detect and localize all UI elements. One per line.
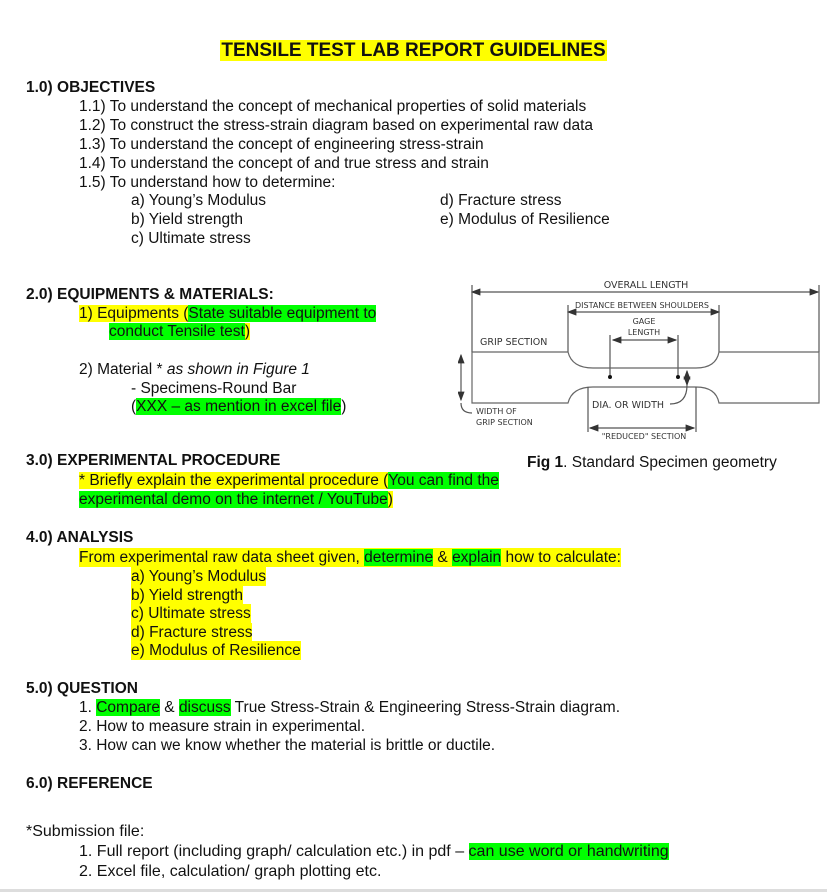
equipment-item-1: 1) Equipments (State suitable equipment … [79,304,377,323]
analysis-intro-text: From experimental raw data sheet given, [79,549,365,566]
procedure-heading: 3.0) EXPERIMENTAL PROCEDURE [26,452,281,469]
objective-subitem: a) Young’s Modulus [131,192,267,209]
objective-subitem: e) Modulus of Resilience [440,211,610,228]
q1-number: 1. [79,699,97,716]
objective-subitem: c) Ultimate stress [131,230,251,247]
q1-discuss: discuss [178,699,231,716]
specimen-geometry-figure: OVERALL LENGTH DISTANCE BETWEEN SHOULDER… [458,280,820,441]
material-prefix: 2) Material * [79,361,167,378]
procedure-green: You can find the [388,472,499,489]
submission-item-1-text: 1. Full report (including graph/ calcula… [79,843,469,860]
objective-item: 1.1) To understand the concept of mechan… [79,98,587,115]
material-item: 2) Material * as shown in Figure 1 [79,360,310,379]
material-italic: as shown in Figure 1 [166,361,310,378]
paren-close: ) [341,398,347,415]
submission-item-1-highlight: can use word or handwriting [468,843,669,860]
gage-label-1: GAGE [633,317,656,326]
caption-text: . Standard Specimen geometry [563,454,777,471]
q1-rest: True Stress-Strain & Engineering Stress-… [230,699,621,716]
material-highlight: XXX – as mention in excel file [136,398,342,415]
q1-amp: & [159,699,179,716]
analysis-item: a) Young’s Modulus [131,567,267,586]
reduced-section-label: "REDUCED" SECTION [602,432,687,441]
title-text: TENSILE TEST LAB REPORT GUIDELINES [220,40,607,61]
width-grip-label-1: WIDTH OF [476,407,517,416]
question-3: 3. How can we know whether the material … [79,737,496,754]
objective-subitem: b) Yield strength [131,211,244,228]
analysis-item: c) Ultimate stress [131,604,251,623]
submission-item-2: 2. Excel file, calculation/ graph plotti… [79,863,382,880]
procedure-yellow: * Briefly explain the experimental proce… [79,472,389,489]
specimen-outline [471,351,820,404]
material-note: (XXX – as mention in excel file) [131,397,346,416]
analysis-heading: 4.0) ANALYSIS [26,529,134,546]
equipment-heading: 2.0) EQUIPMENTS & MATERIALS: [26,286,274,303]
question-1: 1. Compare & discuss True Stress-Strain … [79,698,620,717]
analysis-item: b) Yield strength [131,586,244,605]
dia-width-label: DIA. OR WIDTH [592,400,664,411]
procedure-green: experimental demo on the internet / YouT… [79,491,388,508]
procedure-yellow: ) [387,491,393,508]
objective-item: 1.3) To understand the concept of engine… [79,136,484,153]
analysis-intro: From experimental raw data sheet given, … [79,548,621,567]
document-title: TENSILE TEST LAB REPORT GUIDELINES [0,40,827,62]
equipment-item-1-prefix: 1) Equipments ( [79,305,189,322]
objectives-heading: 1.0) OBJECTIVES [26,79,156,96]
width-grip-label-2: GRIP SECTION [476,418,533,427]
material-specimen: - Specimens-Round Bar [131,380,297,397]
analysis-item: d) Fracture stress [131,623,253,642]
figure-caption: Fig 1. Standard Specimen geometry [527,453,777,472]
equipment-item-1-highlight: State suitable equipment to [188,305,377,322]
reference-heading: 6.0) REFERENCE [26,775,153,792]
grip-section-label: GRIP SECTION [480,337,547,348]
equipment-item-1-highlight: conduct Tensile test [109,323,245,340]
procedure-line-1: * Briefly explain the experimental proce… [79,471,499,490]
question-heading: 5.0) QUESTION [26,680,138,697]
overall-length-label: OVERALL LENGTH [604,280,689,291]
objective-subitem: d) Fracture stress [440,192,562,209]
objective-item: 1.4) To understand the concept of and tr… [79,155,489,172]
analysis-item: e) Modulus of Resilience [131,641,301,660]
equipment-item-1-suffix: ) [244,323,251,340]
analysis-explain: explain [452,549,502,566]
submission-label: *Submission file: [26,823,145,840]
analysis-intro-end: how to calculate: [501,549,621,566]
analysis-amp: & [433,549,453,566]
analysis-determine: determine [364,549,434,566]
gage-label-2: LENGTH [628,328,660,337]
objective-item: 1.5) To understand how to determine: [79,174,336,191]
caption-bold: Fig 1 [527,454,564,471]
shoulders-label: DISTANCE BETWEEN SHOULDERS [575,301,709,310]
equipment-item-1-cont: conduct Tensile test) [109,322,251,341]
procedure-line-2: experimental demo on the internet / YouT… [79,490,393,509]
q1-compare: Compare [96,699,160,716]
objective-item: 1.2) To construct the stress-strain diag… [79,117,594,134]
submission-item-1: 1. Full report (including graph/ calcula… [79,842,669,861]
question-2: 2. How to measure strain in experimental… [79,718,366,735]
